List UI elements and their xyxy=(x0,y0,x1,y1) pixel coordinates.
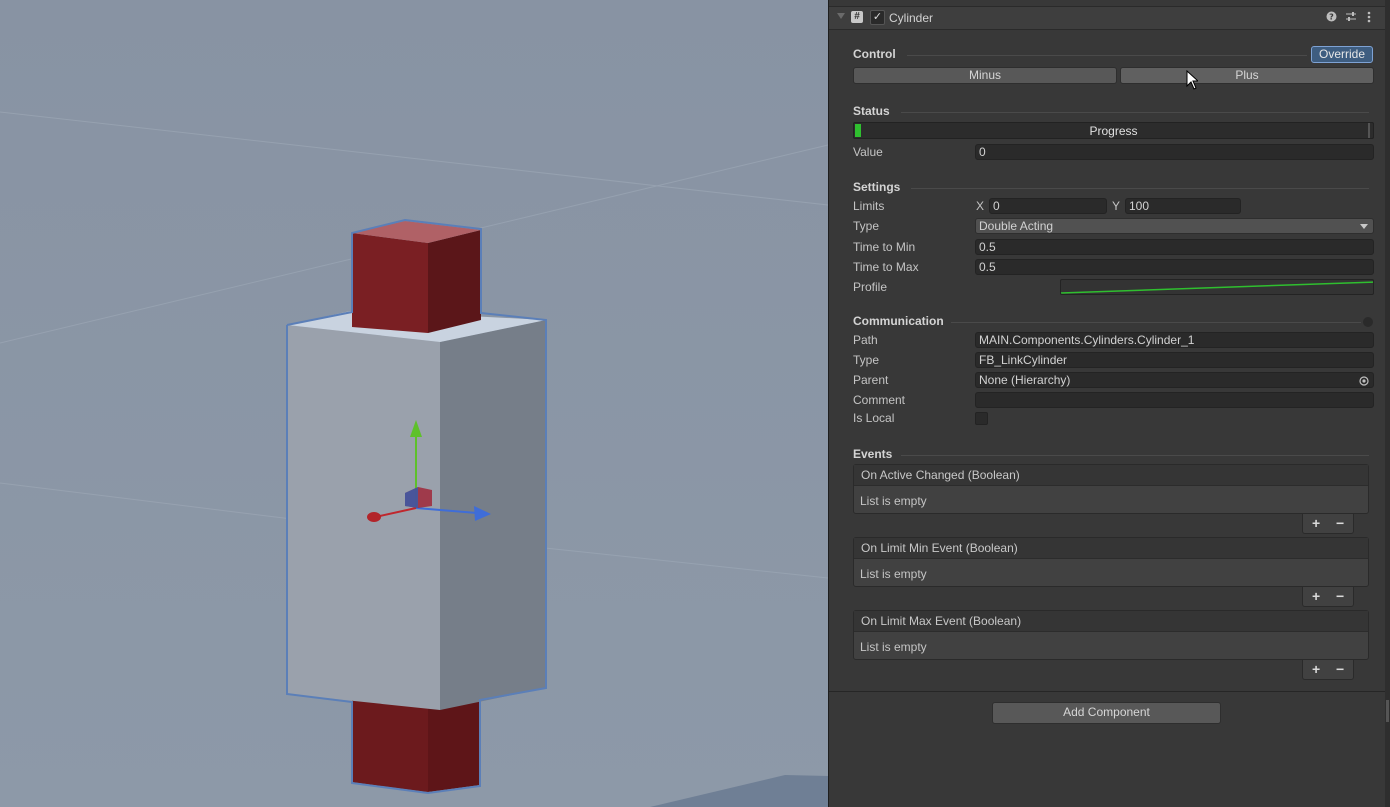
value-field[interactable]: 0 xyxy=(975,144,1374,160)
event-header: On Limit Max Event (Boolean) xyxy=(854,611,1368,632)
remove-listener-button[interactable]: − xyxy=(1336,588,1344,604)
event-name: On Active Changed (Boolean) xyxy=(861,468,1020,482)
event-name: On Limit Max Event (Boolean) xyxy=(861,614,1022,628)
type-label: Type xyxy=(853,219,880,233)
event-header: On Active Changed (Boolean) xyxy=(854,465,1368,486)
event-header: On Limit Min Event (Boolean) xyxy=(854,538,1368,559)
script-icon: # xyxy=(851,11,863,23)
time-to-min-field[interactable]: 0.5 xyxy=(975,239,1374,255)
comm-type-label: Type xyxy=(853,353,880,367)
preset-sliders-icon[interactable] xyxy=(1345,11,1357,25)
limits-label: Limits xyxy=(853,199,885,213)
comment-label: Comment xyxy=(853,393,906,407)
parent-label: Parent xyxy=(853,373,889,387)
path-label: Path xyxy=(853,333,878,347)
add-listener-button[interactable]: + xyxy=(1312,661,1320,677)
foldout-arrow-icon[interactable] xyxy=(837,13,845,19)
time-to-max-field[interactable]: 0.5 xyxy=(975,259,1374,275)
progress-end-marker xyxy=(1368,123,1370,138)
event-empty-text: List is empty xyxy=(860,567,927,581)
mouse-cursor-icon xyxy=(1186,70,1198,90)
svg-text:?: ? xyxy=(1329,13,1334,22)
component-divider xyxy=(829,691,1385,692)
control-heading: Control xyxy=(853,47,896,61)
help-icon[interactable]: ? xyxy=(1326,11,1337,25)
event-name: On Limit Min Event (Boolean) xyxy=(861,541,1018,555)
inspector-scrollbar[interactable] xyxy=(1385,0,1390,807)
time-to-min-label: Time to Min xyxy=(853,240,916,254)
limits-x-label: X xyxy=(976,199,985,213)
type-dropdown-value: Double Acting xyxy=(979,219,1054,233)
path-field[interactable]: MAIN.Components.Cylinders.Cylinder_1 xyxy=(975,332,1374,348)
event-list: On Active Changed (Boolean) List is empt… xyxy=(853,464,1369,514)
dropdown-arrow-icon xyxy=(1360,224,1368,229)
event-empty-text: List is empty xyxy=(860,494,927,508)
event-list: On Limit Min Event (Boolean) List is emp… xyxy=(853,537,1369,587)
limits-y-field[interactable]: 100 xyxy=(1125,198,1241,214)
communication-heading: Communication xyxy=(853,314,944,328)
event-list: On Limit Max Event (Boolean) List is emp… xyxy=(853,610,1369,660)
section-divider xyxy=(901,112,1369,113)
comm-type-field[interactable]: FB_LinkCylinder xyxy=(975,352,1374,368)
add-listener-button[interactable]: + xyxy=(1312,588,1320,604)
limits-x-field[interactable]: 0 xyxy=(989,198,1107,214)
remove-listener-button[interactable]: − xyxy=(1336,515,1344,531)
profile-curve-field[interactable] xyxy=(1060,279,1374,295)
component-enabled-checkbox[interactable]: ✓ xyxy=(870,10,885,25)
minus-button[interactable]: Minus xyxy=(853,67,1117,84)
parent-object-field[interactable]: None (Hierarchy) xyxy=(975,372,1374,388)
settings-heading: Settings xyxy=(853,180,901,194)
section-divider xyxy=(907,55,1307,56)
kebab-menu-icon[interactable] xyxy=(1367,11,1371,26)
event-add-remove: + − xyxy=(1302,514,1354,534)
scene-view[interactable] xyxy=(0,0,828,807)
event-add-remove: + − xyxy=(1302,587,1354,607)
profile-curve xyxy=(1061,281,1373,294)
remove-listener-button[interactable]: − xyxy=(1336,661,1344,677)
component-title: Cylinder xyxy=(889,11,934,25)
event-add-remove: + − xyxy=(1302,660,1354,680)
events-heading: Events xyxy=(853,447,893,461)
time-to-max-label: Time to Max xyxy=(853,260,919,274)
type-dropdown[interactable]: Double Acting xyxy=(975,218,1374,234)
progress-bar: Progress xyxy=(853,122,1374,139)
plus-button[interactable]: Plus xyxy=(1120,67,1374,84)
scrollbar-thumb[interactable] xyxy=(1386,700,1389,722)
is-local-checkbox[interactable] xyxy=(975,412,988,425)
component-header[interactable]: # ✓ Cylinder ? xyxy=(829,6,1385,30)
add-listener-button[interactable]: + xyxy=(1312,515,1320,531)
add-component-button[interactable]: Add Component xyxy=(992,702,1221,724)
section-divider xyxy=(951,322,1361,323)
section-divider xyxy=(911,188,1369,189)
limits-y-label: Y xyxy=(1112,199,1121,213)
object-picker-icon[interactable] xyxy=(1359,375,1369,387)
section-divider xyxy=(901,455,1369,456)
event-empty-text: List is empty xyxy=(860,640,927,654)
progress-label: Progress xyxy=(1089,124,1138,138)
profile-label: Profile xyxy=(853,280,888,294)
inspector-panel: # ✓ Cylinder ? Control Override Minus Pl… xyxy=(828,0,1390,807)
comment-field[interactable] xyxy=(975,392,1374,408)
connection-status-icon xyxy=(1363,317,1373,327)
scene-canvas[interactable] xyxy=(0,0,828,807)
status-heading: Status xyxy=(853,104,890,118)
parent-value: None (Hierarchy) xyxy=(979,373,1071,387)
override-button[interactable]: Override xyxy=(1311,46,1373,63)
is-local-label: Is Local xyxy=(853,411,895,425)
value-label: Value xyxy=(853,145,883,159)
